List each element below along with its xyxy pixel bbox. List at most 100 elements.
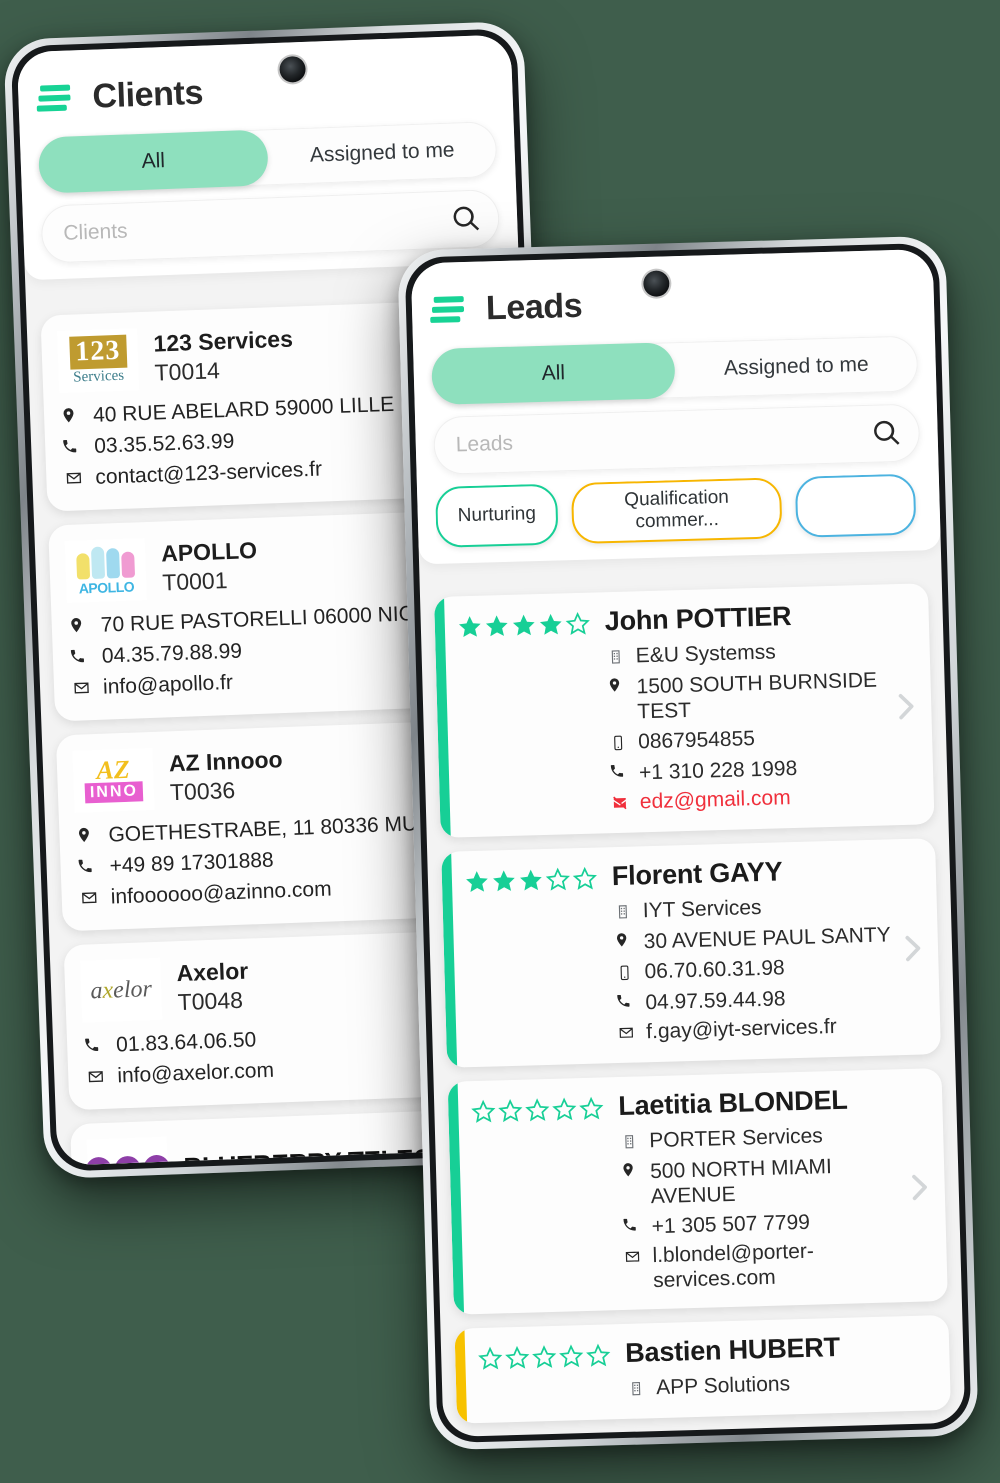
lead-address: 30 AVENUE PAUL SANTY [643, 923, 892, 954]
lead-details: Bastien HUBERT APP Solutions [625, 1332, 841, 1403]
phone-icon [83, 1034, 106, 1054]
lead-mobile: 0867954855 [637, 726, 756, 753]
list-item[interactable]: Florent GAYY IYT Services 30 AVENUE PAUL… [441, 838, 941, 1068]
client-code: T0036 [169, 776, 236, 806]
tab-all[interactable]: All [37, 129, 269, 194]
location-icon [60, 404, 83, 424]
leads-screen: Leads All Assigned to me Nurturing [410, 248, 966, 1438]
email-icon [84, 1065, 107, 1092]
client-email: info@axelor.com [116, 1058, 275, 1088]
lead-phone-row: +1 305 507 7799 [621, 1207, 900, 1240]
tab-assigned-to-me[interactable]: Assigned to me [674, 335, 918, 398]
email-invalid-icon [609, 790, 630, 818]
client-phone: 03.35.52.63.99 [93, 429, 235, 458]
lead-company-row: PORTER Services [619, 1121, 898, 1156]
client-phone: 04.35.79.88.99 [101, 639, 243, 668]
phone-icon [69, 645, 92, 665]
hamburger-icon[interactable] [430, 296, 465, 323]
phone-icon [621, 1214, 641, 1233]
lead-status-stripe [434, 596, 451, 839]
lead-name: Florent GAYY [611, 856, 783, 892]
search-icon[interactable] [871, 418, 902, 449]
client-email: info@apollo.fr [102, 670, 234, 699]
company-icon [605, 644, 626, 672]
star-filled-icon [539, 613, 562, 635]
clients-title-row: Clients [35, 53, 495, 128]
lead-company: IYT Services [642, 896, 762, 923]
client-address: 40 RUE ABELARD 59000 LILLE [92, 392, 395, 427]
location-icon [67, 614, 90, 634]
list-item[interactable]: Bastien HUBERT APP Solutions [454, 1315, 951, 1425]
rating-stars [470, 1092, 610, 1299]
rating-stars [456, 607, 596, 822]
chip-nurturing[interactable]: Nurturing [434, 483, 559, 548]
lead-status-stripe [441, 851, 458, 1068]
lead-address: 500 NORTH MIAMI AVENUE [649, 1155, 833, 1209]
list-item[interactable]: Laetitia BLONDEL PORTER Services 500 NOR… [447, 1068, 948, 1315]
lead-content: Laetitia BLONDEL PORTER Services 500 NOR… [470, 1083, 902, 1298]
star-filled-icon [520, 869, 542, 891]
axelor-logo: axelor [80, 957, 163, 1023]
star-empty-icon [572, 866, 597, 891]
leads-phone-bezel: Leads All Assigned to me Nurturing [404, 242, 972, 1444]
location-icon [75, 824, 98, 844]
tab-assigned-to-me[interactable]: Assigned to me [267, 121, 498, 185]
lead-address-row: 1500 SOUTH BURNSIDE TEST [606, 668, 885, 726]
lead-phone: +1 305 507 7799 [651, 1210, 811, 1238]
apollo-logo: APOLLO [64, 538, 147, 603]
client-email: contact@123-services.fr [94, 457, 323, 489]
search-icon[interactable] [451, 204, 482, 235]
phone-icon [61, 435, 84, 455]
lead-address: 1500 SOUTH BURNSIDE TEST [636, 668, 878, 724]
star-filled-icon [458, 616, 481, 638]
company-icon [626, 1376, 647, 1404]
leads-tabs: All Assigned to me [431, 335, 919, 405]
email-icon [622, 1243, 643, 1271]
lead-details: Florent GAYY IYT Services 30 AVENUE PAUL… [611, 854, 893, 1048]
client-name: 123 Services [153, 325, 294, 357]
chevron-right-icon[interactable] [899, 926, 926, 967]
star-empty-icon [471, 1099, 496, 1123]
leads-search-bar[interactable] [433, 403, 921, 475]
lead-mobile: 06.70.60.31.98 [644, 955, 785, 983]
location-icon [620, 1160, 640, 1179]
mobile-icon [614, 959, 635, 987]
chip-qualification-commerciale[interactable]: Qualification commer... [571, 477, 783, 544]
star-filled-icon [466, 871, 488, 893]
lead-status-filter-chips[interactable]: Nurturing Qualification commer... [434, 473, 923, 563]
lead-email-row: f.gay@iyt-services.fr [616, 1012, 894, 1047]
client-code: T0048 [177, 986, 244, 1016]
lead-content: John POTTIER E&U Systemss 1500 SOUTH BUR… [456, 598, 888, 821]
chevron-right-icon[interactable] [893, 684, 920, 725]
client-identity: 123 Services T0014 [153, 326, 294, 387]
phone-icon [76, 855, 99, 875]
lead-phone-row: +1 310 228 1998 [609, 753, 888, 786]
lead-mobile-row: 0867954855 [608, 722, 887, 757]
lead-name: Laetitia BLONDEL [617, 1084, 848, 1122]
rating-stars [464, 862, 603, 1052]
chevron-right-icon[interactable] [906, 1165, 933, 1206]
search-input[interactable] [455, 421, 872, 458]
star-empty-icon [579, 1096, 604, 1120]
123-services-logo: 123 Services [56, 328, 140, 394]
client-email: infoooooo@azinno.com [110, 877, 333, 909]
chip-third-status[interactable] [794, 473, 917, 538]
star-empty-icon [478, 1346, 503, 1370]
star-empty-icon [505, 1346, 530, 1370]
lead-email-row: l.blondel@porter-services.com [622, 1236, 901, 1294]
lead-address-row: 30 AVENUE PAUL SANTY [613, 923, 891, 956]
phone-icon [609, 760, 629, 779]
client-phone: +49 89 17301888 [109, 848, 275, 878]
lead-status-stripe [454, 1328, 468, 1425]
search-input[interactable] [62, 207, 452, 246]
lead-email: l.blondel@porter-services.com [652, 1239, 815, 1293]
leads-list[interactable]: John POTTIER E&U Systemss 1500 SOUTH BUR… [420, 569, 966, 1437]
lead-company: PORTER Services [648, 1124, 824, 1153]
list-item[interactable]: John POTTIER E&U Systemss 1500 SOUTH BUR… [434, 583, 935, 839]
lead-email: f.gay@iyt-services.fr [645, 1014, 838, 1044]
star-empty-icon [498, 1099, 523, 1123]
tab-all[interactable]: All [431, 342, 676, 405]
hamburger-icon[interactable] [36, 84, 71, 112]
star-filled-icon [493, 870, 515, 892]
lead-details: John POTTIER E&U Systemss 1500 SOUTH BUR… [604, 598, 888, 817]
